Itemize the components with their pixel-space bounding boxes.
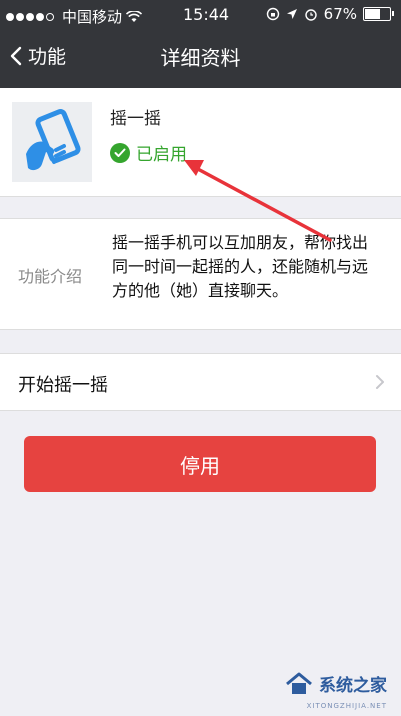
start-shake-row[interactable]: 开始摇一摇 [0,353,401,411]
chevron-right-icon [376,375,384,389]
feature-header: 摇一摇 已启用 [0,88,401,197]
battery-icon [363,7,394,21]
watermark: 系统之家 [285,671,387,696]
disable-button[interactable]: 停用 [24,436,376,492]
wifi-icon [126,10,143,22]
watermark-text: 系统之家 [319,676,387,696]
battery-percent: 67% [323,5,357,23]
page-title: 详细资料 [160,46,241,70]
status-badge: 已启用 [110,140,187,165]
top-bar: 中国移动 15:44 67% 功能 详细资料 [0,0,401,88]
clock: 15:44 [183,5,230,24]
watermark-subtext: XITONGZHIJIA.NET [306,702,387,710]
intro-text: 摇一摇手机可以互加朋友，帮你找出同一时间一起摇的人，还能随机与远方的他（她）直接… [112,233,369,300]
status-bar: 中国移动 15:44 67% [0,0,401,30]
status-text: 已启用 [136,145,187,165]
house-logo-icon [286,672,312,694]
rotation-lock-icon [266,7,279,21]
shake-phone-icon [12,102,92,182]
intro-section: 功能介绍 摇一摇手机可以互加朋友，帮你找出同一时间一起摇的人，还能随机与远方的他… [0,218,401,330]
nav-bar: 功能 详细资料 [0,30,401,80]
check-circle-icon [110,142,130,163]
location-icon [286,9,297,19]
feature-name: 摇一摇 [110,109,161,129]
start-shake-label: 开始摇一摇 [18,375,108,396]
signal-strength-icon [6,12,54,21]
alarm-icon [304,9,317,21]
intro-label: 功能介绍 [18,267,83,286]
carrier-name: 中国移动 [62,8,123,26]
